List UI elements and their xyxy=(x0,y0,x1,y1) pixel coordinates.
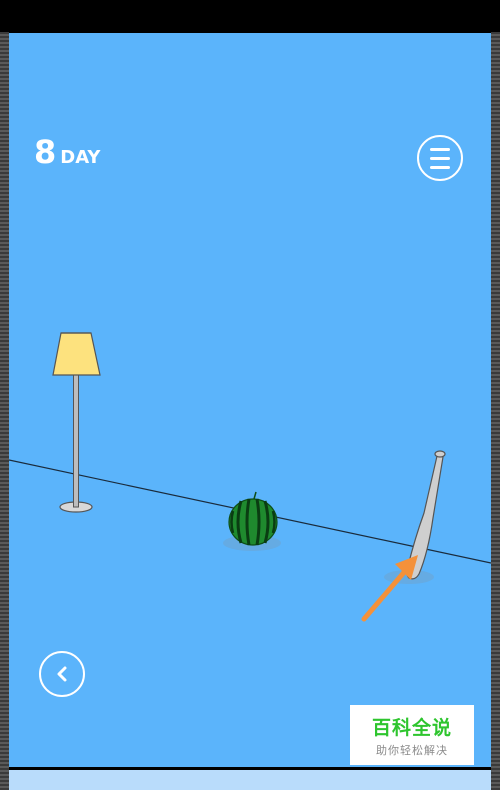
hamburger-menu-icon xyxy=(430,147,450,151)
chevron-left-icon xyxy=(57,666,67,682)
watermelon[interactable] xyxy=(223,491,281,551)
menu-button[interactable] xyxy=(417,135,463,181)
left-border-stripe xyxy=(0,32,9,790)
watermark-badge: 百科全说 助你轻松解决 xyxy=(350,705,474,765)
day-counter: 8 DAY xyxy=(34,133,100,171)
right-border-stripe xyxy=(491,32,500,790)
game-screen: 8 DAY 百科全说 助你轻松解决 xyxy=(0,0,500,790)
bottom-strip xyxy=(9,770,491,790)
hint-arrow xyxy=(361,555,418,622)
day-word: DAY xyxy=(60,147,101,168)
room-scene: 8 DAY 百科全说 助你轻松解决 xyxy=(9,33,491,767)
lamp-shade xyxy=(52,332,101,376)
watermark-subtitle: 助你轻松解决 xyxy=(376,743,448,757)
lamp-pole xyxy=(73,373,79,508)
back-button[interactable] xyxy=(39,651,85,697)
watermark-title: 百科全说 xyxy=(371,716,452,739)
floor-lamp[interactable] xyxy=(52,332,101,513)
day-number: 8 xyxy=(34,133,57,171)
